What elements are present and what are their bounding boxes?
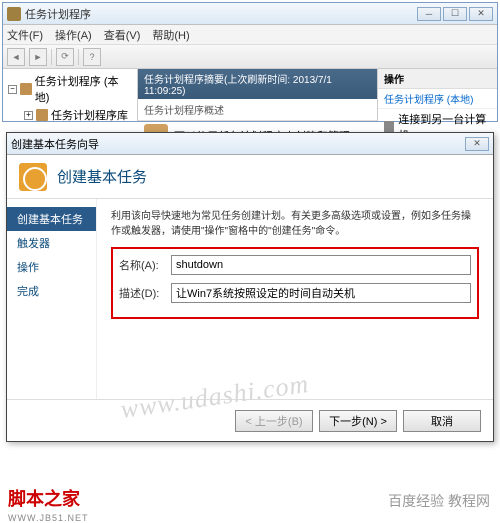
minimize-button[interactable]: ─ — [417, 7, 441, 21]
desc-label: 描述(D): — [119, 285, 171, 301]
refresh-icon[interactable]: ⟳ — [56, 48, 74, 66]
wizard-description: 利用该向导快速地为常见任务创建计划。有关更多高级选项或设置，例如多任务操作或触发… — [111, 209, 479, 239]
footer-logo: 脚本之家 — [8, 485, 80, 511]
menu-help[interactable]: 帮助(H) — [152, 27, 189, 43]
close-button[interactable]: ✕ — [469, 7, 493, 21]
tree-panel: − 任务计划程序 (本地) + 任务计划程序库 — [3, 69, 138, 121]
nav-trigger[interactable]: 触发器 — [7, 231, 96, 255]
tree-root[interactable]: − 任务计划程序 (本地) — [6, 72, 134, 106]
main-window: 任务计划程序 ─ ☐ ✕ 文件(F) 操作(A) 查看(V) 帮助(H) ◄ ►… — [2, 2, 498, 122]
actions-subheader: 任务计划程序 (本地) — [378, 89, 497, 109]
nav-finish[interactable]: 完成 — [7, 279, 96, 303]
menu-view[interactable]: 查看(V) — [104, 27, 141, 43]
back-icon[interactable]: ◄ — [7, 48, 25, 66]
actions-panel: 操作 任务计划程序 (本地) 连接到另一台计算机... 创建基本任务... — [377, 69, 497, 121]
wizard-close-button[interactable]: ✕ — [465, 137, 489, 151]
menubar: 文件(F) 操作(A) 查看(V) 帮助(H) — [3, 25, 497, 45]
tree-root-label: 任务计划程序 (本地) — [35, 73, 132, 105]
name-label: 名称(A): — [119, 257, 171, 273]
center-panel: 任务计划程序摘要(上次刷新时间: 2013/7/1 11:09:25) 任务计划… — [138, 69, 377, 121]
wizard-header-title: 创建基本任务 — [57, 166, 147, 187]
app-icon — [7, 7, 21, 21]
tree-child-label: 任务计划程序库 — [51, 107, 128, 123]
expand-icon[interactable]: + — [24, 111, 33, 120]
window-title: 任务计划程序 — [25, 6, 417, 22]
wizard-nav: 创建基本任务 触发器 操作 完成 — [7, 199, 97, 399]
menu-action[interactable]: 操作(A) — [55, 27, 92, 43]
library-icon — [36, 109, 48, 121]
tree-child[interactable]: + 任务计划程序库 — [22, 106, 134, 124]
wizard-content: 利用该向导快速地为常见任务创建计划。有关更多高级选项或设置，例如多任务操作或触发… — [97, 199, 493, 399]
highlight-box: 名称(A): 描述(D): — [111, 247, 479, 319]
wizard-header: 创建基本任务 — [7, 155, 493, 199]
main-titlebar: 任务计划程序 ─ ☐ ✕ — [3, 3, 497, 25]
footer-right: 百度经验 教程网 — [388, 491, 490, 511]
maximize-button[interactable]: ☐ — [443, 7, 467, 21]
center-subheader: 任务计划程序概述 — [138, 99, 377, 121]
nav-create-basic[interactable]: 创建基本任务 — [7, 207, 96, 231]
toolbar: ◄ ► ⟳ ? — [3, 45, 497, 69]
scheduler-icon — [20, 83, 32, 95]
next-button[interactable]: 下一步(N) > — [319, 410, 397, 432]
help-icon[interactable]: ? — [83, 48, 101, 66]
wizard-title: 创建基本任务向导 — [11, 136, 99, 152]
wizard-header-icon — [19, 163, 47, 191]
collapse-icon[interactable]: − — [8, 85, 17, 94]
back-button: < 上一步(B) — [235, 410, 313, 432]
cancel-button[interactable]: 取消 — [403, 410, 481, 432]
center-header: 任务计划程序摘要(上次刷新时间: 2013/7/1 11:09:25) — [138, 69, 377, 99]
wizard-titlebar: 创建基本任务向导 ✕ — [7, 133, 493, 155]
name-input[interactable] — [171, 255, 471, 275]
actions-header: 操作 — [378, 69, 497, 89]
nav-action[interactable]: 操作 — [7, 255, 96, 279]
forward-icon[interactable]: ► — [29, 48, 47, 66]
desc-input[interactable] — [171, 283, 471, 303]
menu-file[interactable]: 文件(F) — [7, 27, 43, 43]
